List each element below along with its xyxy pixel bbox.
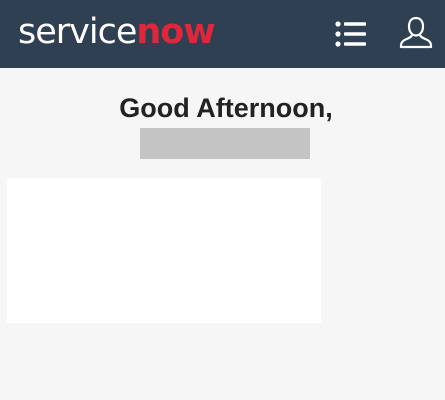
list-menu-icon[interactable] — [333, 16, 369, 52]
content-panel — [7, 178, 321, 323]
logo-text-service: service — [18, 12, 137, 52]
app-header: service now — [0, 0, 445, 68]
greeting-heading: Good Afternoon, — [119, 93, 333, 123]
user-profile-icon[interactable] — [397, 14, 435, 52]
logo-text-now: now — [136, 12, 215, 52]
redacted-user-name — [140, 128, 310, 159]
servicenow-logo[interactable]: service now — [18, 11, 216, 53]
